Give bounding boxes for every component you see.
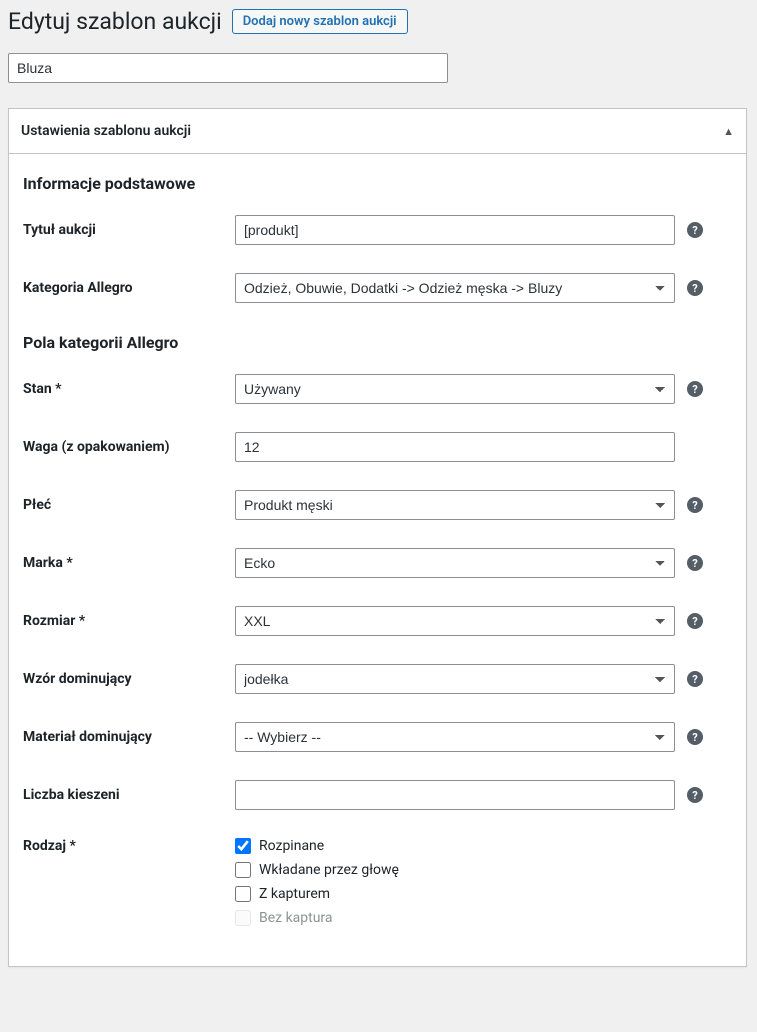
- help-icon[interactable]: ?: [687, 381, 703, 397]
- type-label: Rodzaj *: [23, 838, 223, 854]
- settings-panel: Ustawienia szablonu aukcji ▲ Informacje …: [8, 108, 747, 967]
- size-select[interactable]: XXL: [235, 606, 675, 636]
- section-category-fields-title: Pola kategorii Allegro: [23, 333, 732, 352]
- type-option-label[interactable]: Wkładane przez głowę: [259, 862, 399, 878]
- panel-title: Ustawienia szablonu aukcji: [21, 109, 191, 153]
- help-icon[interactable]: ?: [687, 729, 703, 745]
- type-option-label[interactable]: Rozpinane: [259, 838, 324, 854]
- gender-label: Płeć: [23, 497, 223, 513]
- type-option-checkbox: [235, 910, 251, 926]
- section-basic-title: Informacje podstawowe: [23, 174, 732, 193]
- gender-select[interactable]: Produkt męski: [235, 490, 675, 520]
- help-icon[interactable]: ?: [687, 555, 703, 571]
- help-icon[interactable]: ?: [687, 222, 703, 238]
- help-icon[interactable]: ?: [687, 497, 703, 513]
- type-option-checkbox[interactable]: [235, 838, 251, 854]
- brand-select[interactable]: Ecko: [235, 548, 675, 578]
- type-option-label[interactable]: Z kapturem: [259, 886, 330, 902]
- help-icon[interactable]: ?: [687, 787, 703, 803]
- help-icon[interactable]: ?: [687, 280, 703, 296]
- pattern-select[interactable]: jodełka: [235, 664, 675, 694]
- type-option-checkbox[interactable]: [235, 886, 251, 902]
- auction-title-input[interactable]: [235, 215, 675, 245]
- page-title: Edytuj szablon aukcji: [8, 8, 222, 35]
- pattern-label: Wzór dominujący: [23, 671, 223, 687]
- category-select[interactable]: Odzież, Obuwie, Dodatki -> Odzież męska …: [235, 273, 675, 303]
- type-option-label: Bez kaptura: [259, 910, 333, 926]
- help-icon[interactable]: ?: [687, 671, 703, 687]
- condition-select[interactable]: Używany: [235, 374, 675, 404]
- condition-label: Stan *: [23, 381, 223, 397]
- auction-title-label: Tytuł aukcji: [23, 222, 223, 238]
- type-option-checkbox[interactable]: [235, 862, 251, 878]
- category-label: Kategoria Allegro: [23, 280, 223, 296]
- help-icon[interactable]: ?: [687, 613, 703, 629]
- pockets-input[interactable]: [235, 780, 675, 810]
- weight-label: Waga (z opakowaniem): [23, 439, 223, 455]
- brand-label: Marka *: [23, 555, 223, 571]
- size-label: Rozmiar *: [23, 613, 223, 629]
- panel-toggle-icon[interactable]: ▲: [723, 125, 734, 138]
- material-label: Materiał dominujący: [23, 729, 223, 745]
- pockets-label: Liczba kieszeni: [23, 787, 223, 803]
- add-new-button[interactable]: Dodaj nowy szablon aukcji: [232, 9, 408, 34]
- material-select[interactable]: -- Wybierz --: [235, 722, 675, 752]
- post-title-input[interactable]: [8, 53, 448, 83]
- weight-input[interactable]: [235, 432, 675, 462]
